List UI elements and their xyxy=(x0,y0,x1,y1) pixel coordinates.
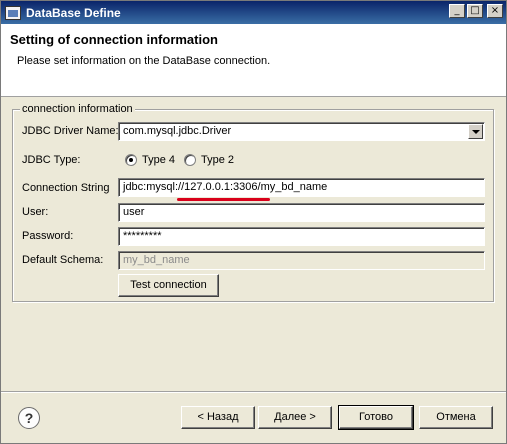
footer-separator xyxy=(1,391,506,393)
close-icon[interactable]: × xyxy=(487,4,503,18)
test-connection-button[interactable]: Test connection xyxy=(118,274,219,297)
jdbc-driver-value: com.mysql.jdbc.Driver xyxy=(123,125,232,137)
back-button[interactable]: < Назад xyxy=(181,406,255,429)
window-title: DataBase Define xyxy=(26,5,121,20)
next-button[interactable]: Далее > xyxy=(258,406,332,429)
highlight-underline xyxy=(177,198,270,201)
user-input[interactable]: user xyxy=(118,203,485,222)
cancel-button[interactable]: Отмена xyxy=(419,406,493,429)
type2-radio[interactable] xyxy=(184,154,196,166)
finish-button[interactable]: Готово xyxy=(338,405,414,430)
window-controls: _ □ × xyxy=(449,4,503,18)
jdbc-type-label: JDBC Type: xyxy=(22,154,81,166)
page-description: Please set information on the DataBase c… xyxy=(17,55,271,67)
jdbc-driver-select[interactable]: com.mysql.jdbc.Driver xyxy=(118,122,485,141)
dropdown-arrow-icon[interactable] xyxy=(468,124,483,139)
default-schema-input: my_bd_name xyxy=(118,251,485,270)
page-title: Setting of connection information xyxy=(10,32,218,47)
wizard-header: Setting of connection information Please… xyxy=(1,24,506,97)
type4-radio[interactable] xyxy=(125,154,137,166)
minimize-icon[interactable]: _ xyxy=(449,4,465,18)
jdbc-driver-label: JDBC Driver Name: xyxy=(22,125,119,137)
default-schema-label: Default Schema: xyxy=(22,254,104,266)
maximize-icon[interactable]: □ xyxy=(467,4,483,18)
database-define-dialog: DataBase Define _ □ × Setting of connect… xyxy=(0,0,507,444)
user-label: User: xyxy=(22,206,49,218)
connection-string-label: Connection String xyxy=(22,182,110,194)
password-label: Password: xyxy=(22,230,74,242)
title-bar[interactable]: DataBase Define _ □ × xyxy=(1,1,506,24)
group-legend: connection information xyxy=(20,103,135,115)
app-icon xyxy=(5,5,21,20)
password-input[interactable]: ********* xyxy=(118,227,485,246)
help-icon[interactable]: ? xyxy=(18,407,40,429)
type2-label[interactable]: Type 2 xyxy=(201,154,234,166)
type4-label[interactable]: Type 4 xyxy=(142,154,175,166)
connection-string-input[interactable]: jdbc:mysql://127.0.0.1:3306/my_bd_name xyxy=(118,178,485,197)
